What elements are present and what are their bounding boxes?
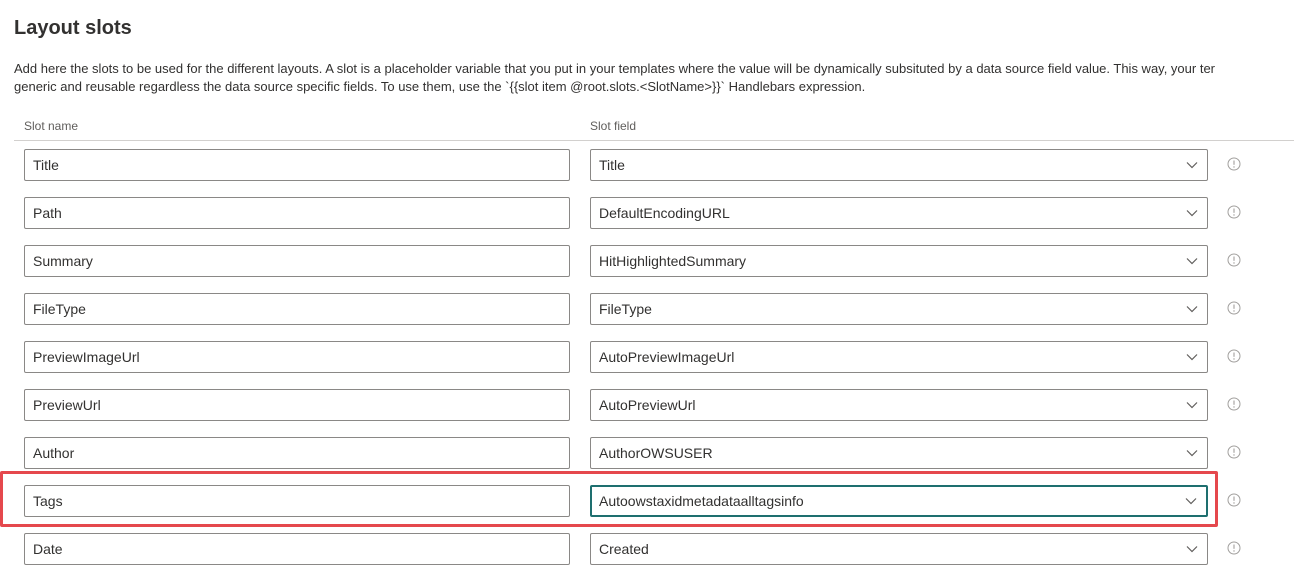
chevron-down-icon <box>1177 390 1207 420</box>
description-line-1: Add here the slots to be used for the di… <box>14 61 1216 76</box>
info-icon[interactable] <box>1226 540 1242 556</box>
slot-field-value: Title <box>599 157 625 173</box>
description-line-2: generic and reusable regardless the data… <box>14 79 866 94</box>
slot-row: DefaultEncodingURL <box>0 197 1294 245</box>
slot-name-input[interactable] <box>24 485 570 517</box>
slot-field-dropdown[interactable]: Title <box>590 149 1208 181</box>
chevron-down-icon <box>1177 246 1207 276</box>
column-header-slot-name: Slot name <box>24 119 79 133</box>
slot-field-dropdown[interactable]: HitHighlightedSummary <box>590 245 1208 277</box>
slot-field-dropdown[interactable]: AutoPreviewImageUrl <box>590 341 1208 373</box>
column-header-slot-field: Slot field <box>590 119 637 133</box>
info-icon[interactable] <box>1226 204 1242 220</box>
slot-field-value: AutoPreviewUrl <box>599 397 696 413</box>
chevron-down-icon <box>1177 534 1207 564</box>
slot-field-value: Created <box>599 541 649 557</box>
slot-name-input[interactable] <box>24 437 570 469</box>
slot-name-input[interactable] <box>24 149 570 181</box>
info-icon[interactable] <box>1226 348 1242 364</box>
slot-row-tags: Autoowstaxidmetadataalltagsinfo <box>0 485 1294 533</box>
chevron-down-icon <box>1177 438 1207 468</box>
info-icon[interactable] <box>1226 252 1242 268</box>
header-divider <box>14 140 1294 141</box>
chevron-down-icon <box>1176 486 1206 516</box>
page-title: Layout slots <box>14 17 132 39</box>
slot-field-value: HitHighlightedSummary <box>599 253 747 269</box>
slot-field-dropdown[interactable]: Created <box>590 533 1208 565</box>
slot-name-input[interactable] <box>24 293 570 325</box>
slot-name-input[interactable] <box>24 533 570 565</box>
slot-row: AuthorOWSUSER <box>0 437 1294 485</box>
slot-row: FileType <box>0 293 1294 341</box>
chevron-down-icon <box>1177 342 1207 372</box>
slot-name-input[interactable] <box>24 197 570 229</box>
info-icon[interactable] <box>1226 396 1242 412</box>
slot-field-dropdown[interactable]: AutoPreviewUrl <box>590 389 1208 421</box>
slot-field-value: FileType <box>599 301 652 317</box>
chevron-down-icon <box>1177 150 1207 180</box>
info-icon[interactable] <box>1226 156 1242 172</box>
slot-field-value: DefaultEncodingURL <box>599 205 730 221</box>
slot-field-dropdown[interactable]: Autoowstaxidmetadataalltagsinfo <box>590 485 1208 517</box>
info-icon[interactable] <box>1226 444 1242 460</box>
slot-name-input[interactable] <box>24 389 570 421</box>
slot-row: Created <box>0 533 1294 581</box>
slot-row: Title <box>0 149 1294 197</box>
slot-field-value: Autoowstaxidmetadataalltagsinfo <box>599 493 804 509</box>
slots-table: Title DefaultEncodingURL HitHighlightedS… <box>0 149 1294 581</box>
chevron-down-icon <box>1177 294 1207 324</box>
chevron-down-icon <box>1177 198 1207 228</box>
slot-field-value: AutoPreviewImageUrl <box>599 349 735 365</box>
slot-row: HitHighlightedSummary <box>0 245 1294 293</box>
section-description: Add here the slots to be used for the di… <box>14 60 1292 96</box>
info-icon[interactable] <box>1226 492 1242 508</box>
slot-name-input[interactable] <box>24 245 570 277</box>
slot-field-dropdown[interactable]: FileType <box>590 293 1208 325</box>
slot-name-input[interactable] <box>24 341 570 373</box>
slot-row: AutoPreviewImageUrl <box>0 341 1294 389</box>
slot-row: AutoPreviewUrl <box>0 389 1294 437</box>
info-icon[interactable] <box>1226 300 1242 316</box>
slot-field-dropdown[interactable]: DefaultEncodingURL <box>590 197 1208 229</box>
slot-field-dropdown[interactable]: AuthorOWSUSER <box>590 437 1208 469</box>
slot-field-value: AuthorOWSUSER <box>599 445 713 461</box>
